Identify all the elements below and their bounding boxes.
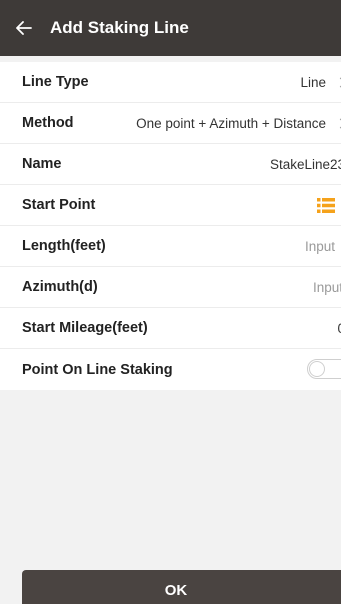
start-point-row[interactable]: Start Point [0,185,341,226]
method-value: One point + Azimuth + Distance [136,115,326,131]
name-field[interactable]: StakeLine23 [270,144,341,184]
name-label: Name [22,156,62,172]
back-button[interactable] [0,0,48,56]
length-label: Length(feet) [22,238,106,254]
chevron-right-icon [335,77,341,87]
line-type-value: Line [300,74,326,90]
toggle-knob [309,361,325,377]
line-type-value-wrap[interactable]: Line [300,62,341,102]
page-title: Add Staking Line [50,18,189,37]
method-row[interactable]: Method One point + Azimuth + Distance [0,103,341,144]
method-value-wrap[interactable]: One point + Azimuth + Distance [136,103,341,143]
ok-button[interactable]: OK [22,570,341,604]
azimuth-row[interactable]: Azimuth(d) Input [0,267,341,308]
method-label: Method [22,115,74,131]
staking-line-form: Line Type Line Method One point + Azimut… [0,62,341,390]
line-type-row[interactable]: Line Type Line [0,62,341,103]
start-mileage-label: Start Mileage(feet) [22,320,148,336]
arrow-left-icon [16,21,32,35]
start-point-label: Start Point [22,197,96,213]
list-icon[interactable] [317,198,335,213]
start-mileage-row[interactable]: Start Mileage(feet) 0 [0,308,341,349]
chevron-right-icon [335,118,341,128]
app-bar: Add Staking Line [0,0,341,56]
length-row[interactable]: Length(feet) Input [0,226,341,267]
point-on-line-staking-toggle[interactable] [307,359,341,379]
line-type-label: Line Type [22,74,89,90]
name-row[interactable]: Name StakeLine23 [0,144,341,185]
point-on-line-staking-row[interactable]: Point On Line Staking [0,349,341,390]
add-staking-line-screen: Add Staking Line Line Type Line Method O… [0,0,341,604]
azimuth-input[interactable]: Input [313,267,341,307]
start-mileage-input[interactable]: 0 [337,308,341,348]
point-on-line-staking-label: Point On Line Staking [22,361,173,378]
azimuth-label: Azimuth(d) [22,279,98,295]
length-input[interactable]: Input [305,226,335,266]
